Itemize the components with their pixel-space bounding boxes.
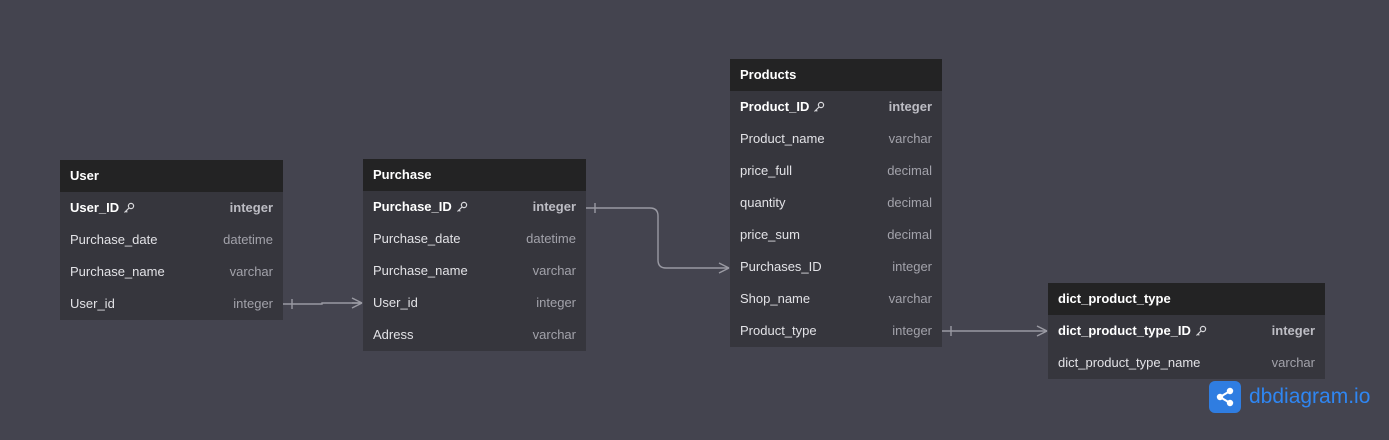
- column-type: integer: [532, 199, 576, 214]
- table-row[interactable]: Product_type integer: [730, 315, 942, 347]
- table-row[interactable]: Adress varchar: [363, 319, 586, 351]
- edge-purchase-products: [586, 207, 729, 269]
- column-type: integer: [536, 295, 576, 310]
- column-name: Purchase_name: [373, 263, 468, 278]
- share-icon: [1209, 381, 1241, 413]
- column-type: decimal: [887, 195, 932, 210]
- column-name: Purchase_date: [373, 231, 461, 246]
- column-name: price_sum: [740, 227, 800, 242]
- column-name: Purchase_date: [70, 232, 158, 247]
- table-row[interactable]: dict_product_type_name varchar: [1048, 347, 1325, 379]
- column-type: varchar: [888, 131, 932, 146]
- dbdiagram-brand[interactable]: dbdiagram.io: [1209, 381, 1370, 413]
- column-type: decimal: [887, 227, 932, 242]
- edge-user-purchase: [283, 302, 362, 305]
- column-name: Purchases_ID: [740, 259, 822, 274]
- table-row[interactable]: User_ID integer: [60, 192, 283, 224]
- column-name: User_id: [373, 295, 418, 310]
- column-type: integer: [892, 323, 932, 338]
- table-row[interactable]: dict_product_type_ID integer: [1048, 315, 1325, 347]
- column-name: Shop_name: [740, 291, 811, 306]
- table-header[interactable]: Purchase: [363, 159, 586, 191]
- table-row[interactable]: Product_ID integer: [730, 91, 942, 123]
- column-type: integer: [892, 259, 932, 274]
- key-icon: [814, 101, 825, 112]
- column-name: Adress: [373, 327, 414, 342]
- column-name: quantity: [740, 195, 786, 210]
- column-type: integer: [888, 99, 932, 114]
- table-row[interactable]: Shop_name varchar: [730, 283, 942, 315]
- column-name: User_ID: [70, 200, 120, 215]
- column-type: varchar: [229, 264, 273, 279]
- key-icon: [456, 201, 467, 212]
- column-name: Product_name: [740, 131, 825, 146]
- table-user[interactable]: User User_ID integer Purchase_date datet…: [60, 160, 283, 320]
- column-type: datetime: [223, 232, 273, 247]
- table-row[interactable]: Purchase_ID integer: [363, 191, 586, 223]
- column-name: User_id: [70, 296, 115, 311]
- column-type: varchar: [532, 263, 576, 278]
- key-icon: [1195, 325, 1207, 336]
- brand-name: dbdiagram.io: [1249, 385, 1371, 408]
- key-icon: [124, 202, 135, 213]
- column-type: decimal: [887, 163, 932, 178]
- table-row[interactable]: price_full decimal: [730, 155, 942, 187]
- column-type: integer: [229, 200, 273, 215]
- column-name: dict_product_type_ID: [1058, 323, 1191, 338]
- table-row[interactable]: Purchase_date datetime: [60, 224, 283, 256]
- table-header[interactable]: dict_product_type: [1048, 283, 1325, 315]
- table-row[interactable]: User_id integer: [60, 288, 283, 320]
- column-type: varchar: [1271, 355, 1315, 370]
- column-name: dict_product_type_name: [1058, 355, 1201, 370]
- table-header[interactable]: User: [60, 160, 283, 192]
- table-row[interactable]: price_sum decimal: [730, 219, 942, 251]
- table-header[interactable]: Products: [730, 59, 942, 91]
- column-name: Product_ID: [740, 99, 810, 114]
- column-name: Purchase_ID: [373, 199, 452, 214]
- column-name: Product_type: [740, 323, 817, 338]
- table-row[interactable]: Purchase_name varchar: [60, 256, 283, 288]
- table-purchase[interactable]: Purchase Purchase_ID integer Purchase_da…: [363, 159, 586, 351]
- table-dict-product-type[interactable]: dict_product_type dict_product_type_ID i…: [1048, 283, 1325, 379]
- column-type: integer: [233, 296, 273, 311]
- table-products[interactable]: Products Product_ID integer Product_name…: [730, 59, 942, 347]
- table-row[interactable]: User_id integer: [363, 287, 586, 319]
- table-row[interactable]: Purchase_name varchar: [363, 255, 586, 287]
- column-type: varchar: [532, 327, 576, 342]
- column-type: integer: [1271, 323, 1315, 338]
- table-row[interactable]: Product_name varchar: [730, 123, 942, 155]
- table-row[interactable]: Purchase_date datetime: [363, 223, 586, 255]
- column-type: datetime: [526, 231, 576, 246]
- column-name: Purchase_name: [70, 264, 165, 279]
- column-name: price_full: [740, 163, 793, 178]
- table-row[interactable]: Purchases_ID integer: [730, 251, 942, 283]
- table-row[interactable]: quantity decimal: [730, 187, 942, 219]
- column-type: varchar: [888, 291, 932, 306]
